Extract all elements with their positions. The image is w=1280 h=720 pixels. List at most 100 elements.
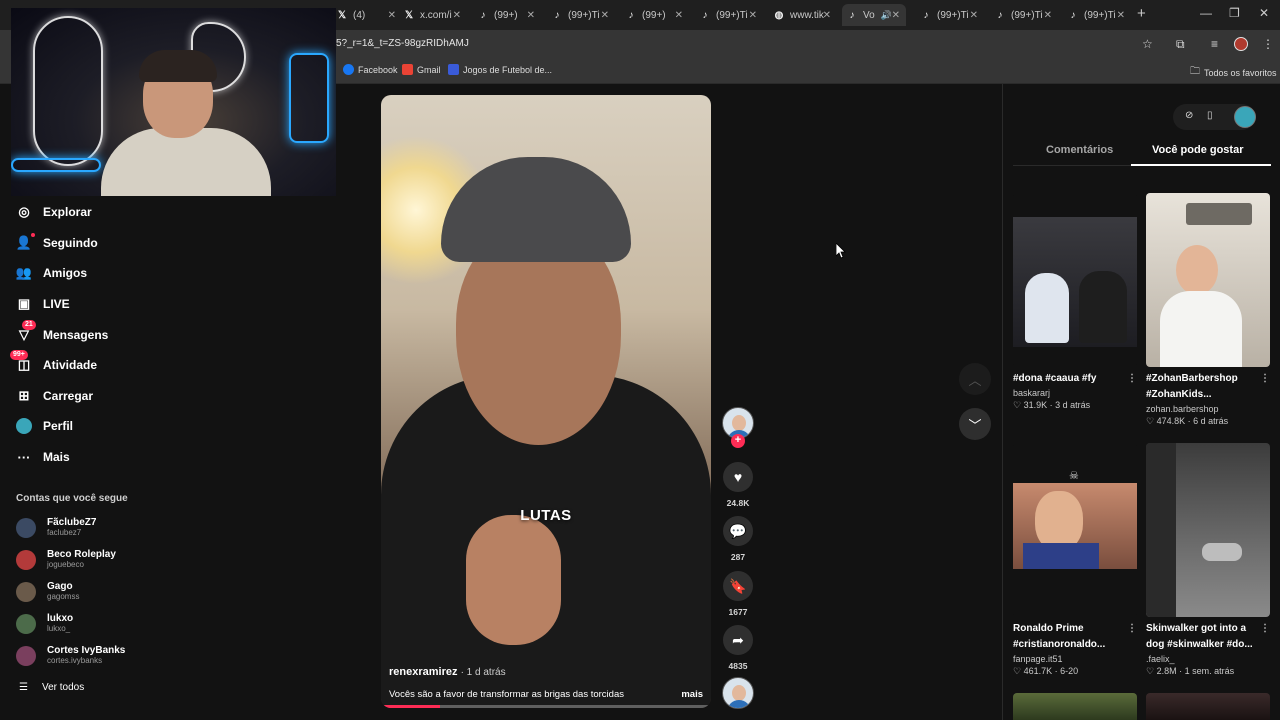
recommended-video-card[interactable]: ☠ Ronaldo Prime #cristianoronaldo... ⋮ fa… — [1013, 443, 1137, 677]
close-tab-icon[interactable]: ✕ — [892, 10, 900, 21]
sidebar-item-amigos[interactable]: 👥 Amigos — [16, 265, 87, 281]
browser-tab[interactable]: ◍ www.tik ✕ — [773, 4, 831, 26]
video-author[interactable]: .faelix_ — [1146, 654, 1270, 664]
recommended-video-thumbnail-partial[interactable] — [1146, 693, 1270, 720]
close-tab-icon[interactable]: ✕ — [601, 10, 609, 21]
sidebar-item-explorar[interactable]: ◎ Explorar — [16, 204, 91, 220]
see-all-following[interactable]: ☰ Ver todos — [19, 682, 84, 693]
sidebar-item-live[interactable]: ▣ LIVE — [16, 296, 70, 312]
like-count: 24.8K — [726, 498, 750, 508]
browser-tab-active[interactable]: ♪ Vo 🔊 ✕ — [842, 4, 906, 26]
recommended-video-thumbnail-partial[interactable] — [1013, 693, 1137, 720]
save-button[interactable]: 🔖 — [723, 571, 753, 601]
close-tab-icon[interactable]: ✕ — [823, 10, 831, 21]
minimize-icon[interactable]: — — [1200, 6, 1212, 20]
sidebar-item-mensagens[interactable]: ▽ 21 Mensagens — [16, 320, 109, 343]
recommended-video-card[interactable]: #ZohanBarbershop #ZohanKids... ⋮ zohan.ba… — [1146, 193, 1270, 427]
close-window-icon[interactable]: ✕ — [1259, 6, 1269, 20]
video-author[interactable]: zohan.barbershop — [1146, 404, 1270, 414]
sidebar-item-perfil[interactable]: Perfil — [16, 418, 73, 434]
close-tab-icon[interactable]: ✕ — [675, 10, 683, 21]
video-author[interactable]: fanpage.it51 — [1013, 654, 1137, 664]
star-icon[interactable]: ☆ — [1142, 37, 1153, 51]
close-tab-icon[interactable]: ✕ — [749, 10, 757, 21]
compass-icon[interactable]: ⊘ — [1185, 110, 1193, 121]
live-icon: ▣ — [17, 296, 31, 311]
close-tab-icon[interactable]: ✕ — [1117, 10, 1125, 21]
url-field[interactable]: 5?_r=1&_t=ZS-98gzRIDhAMJ — [336, 38, 469, 49]
user-avatar[interactable] — [1234, 106, 1256, 128]
video-player[interactable]: LUTAS renexramirez · 1 d atrás Vocês são… — [381, 95, 711, 708]
close-tab-icon[interactable]: ✕ — [970, 10, 978, 21]
tab-voce-pode-gostar[interactable]: Você pode gostar — [1152, 144, 1243, 156]
like-button[interactable]: ♥ — [723, 462, 753, 492]
browser-tab[interactable]: ♪ (99+)Ti ✕ — [994, 4, 1053, 26]
thumbnail-person — [1025, 273, 1069, 343]
sidebar-item-label: Seguindo — [43, 236, 98, 250]
menu-icon[interactable]: ⋮ — [1262, 37, 1274, 51]
bookmark-facebook[interactable]: Facebook — [343, 64, 398, 75]
bookmark-gmail[interactable]: Gmail — [402, 64, 441, 75]
sidebar-item-seguindo[interactable]: 👤 Seguindo — [16, 233, 98, 251]
browser-tab[interactable]: ♪ (99+)Ti ✕ — [699, 4, 758, 26]
speaker-icon[interactable]: 🔊 — [881, 10, 892, 21]
browser-tab[interactable]: ♪ (99+)Ti ✕ — [551, 4, 610, 26]
following-account[interactable]: lukxo lukxo_ — [16, 613, 73, 634]
browser-tab[interactable]: 𝕏x.com/i ✕ — [403, 4, 461, 26]
sidebar-item-label: Mensagens — [43, 328, 109, 342]
restore-icon[interactable]: ❐ — [1229, 6, 1240, 20]
media-control-icon[interactable]: ≡ — [1211, 37, 1218, 51]
browser-tab[interactable]: ♪ (99+) ✕ — [477, 4, 536, 26]
sidebar-item-carregar[interactable]: ⊞ Carregar — [16, 388, 93, 404]
more-options-icon[interactable]: ⋮ — [1127, 371, 1137, 387]
more-options-icon[interactable]: ⋮ — [1260, 371, 1270, 387]
messages-badge: 21 — [22, 320, 36, 330]
close-tab-icon[interactable]: ✕ — [388, 10, 396, 21]
sound-avatar[interactable] — [722, 677, 754, 709]
video-progress-bar[interactable] — [381, 705, 711, 708]
video-title-text: Skinwalker got into a dog #skinwalker #d… — [1146, 623, 1253, 650]
following-account[interactable]: Cortes IvyBanks cortes.ivybanks — [16, 645, 125, 666]
recommended-video-card[interactable]: Skinwalker got into a dog #skinwalker #d… — [1146, 443, 1270, 677]
browser-tab[interactable]: ♪ (99+)Ti ✕ — [1067, 4, 1126, 26]
video-title[interactable]: #ZohanBarbershop #ZohanKids... ⋮ — [1146, 371, 1270, 403]
sidebar-item-mais[interactable]: ··· Mais — [16, 449, 70, 465]
comment-button[interactable]: 💬 — [723, 516, 753, 546]
video-title[interactable]: Skinwalker got into a dog #skinwalker #d… — [1146, 621, 1270, 653]
browser-tab[interactable]: ♪ (99+) ✕ — [625, 4, 684, 26]
video-overlay-text: LUTAS — [520, 507, 572, 524]
following-account[interactable]: Gago gagomss — [16, 581, 79, 602]
following-account[interactable]: FãclubeZ7 faclubez7 — [16, 517, 96, 538]
tab-label: (99+)Ti — [716, 9, 748, 21]
bookmark-jogos[interactable]: Jogos de Futebol de... — [448, 64, 552, 75]
browser-tab[interactable]: 𝕏 (4) ✕ — [336, 4, 396, 26]
caption-more-button[interactable]: mais — [681, 689, 703, 700]
video-author-line[interactable]: renexramirez · 1 d atrás — [389, 666, 703, 678]
more-options-icon[interactable]: ⋮ — [1260, 621, 1270, 637]
bookmark-label: Facebook — [358, 64, 398, 75]
follow-plus-button[interactable]: + — [731, 434, 745, 448]
all-bookmarks[interactable]: 🗀 Todos os favoritos — [1190, 64, 1277, 81]
browser-tab[interactable]: ♪ (99+)Ti ✕ — [920, 4, 979, 26]
sidebar-item-label: Mais — [43, 450, 70, 464]
video-author[interactable]: renexramirez — [389, 666, 458, 678]
phone-icon[interactable]: ▯ — [1207, 110, 1213, 121]
close-tab-icon[interactable]: ✕ — [527, 10, 535, 21]
recommended-video-card[interactable]: #dona #caaua #fy ⋮ baskararj ♡ 31.9K · 3 … — [1013, 193, 1137, 411]
video-title[interactable]: Ronaldo Prime #cristianoronaldo... ⋮ — [1013, 621, 1137, 653]
extensions-icon[interactable]: ⧉ — [1176, 37, 1185, 52]
next-video-button[interactable]: ﹀ — [959, 408, 991, 440]
previous-video-button[interactable]: ︿ — [959, 363, 991, 395]
new-tab-button[interactable]: + — [1137, 5, 1146, 22]
following-account[interactable]: Beco Roleplay joguebeco — [16, 549, 116, 570]
share-button[interactable]: ➦ — [723, 625, 753, 655]
close-tab-icon[interactable]: ✕ — [1044, 10, 1052, 21]
sidebar-item-atividade[interactable]: ◫ 99+ Atividade — [10, 350, 97, 373]
video-title[interactable]: #dona #caaua #fy ⋮ — [1013, 371, 1137, 387]
profile-avatar[interactable] — [1234, 37, 1248, 51]
more-options-icon[interactable]: ⋮ — [1127, 621, 1137, 637]
video-author[interactable]: baskararj — [1013, 388, 1137, 398]
tab-comentarios[interactable]: Comentários — [1046, 144, 1113, 156]
close-tab-icon[interactable]: ✕ — [453, 10, 461, 21]
friends-icon: 👥 — [15, 265, 33, 280]
